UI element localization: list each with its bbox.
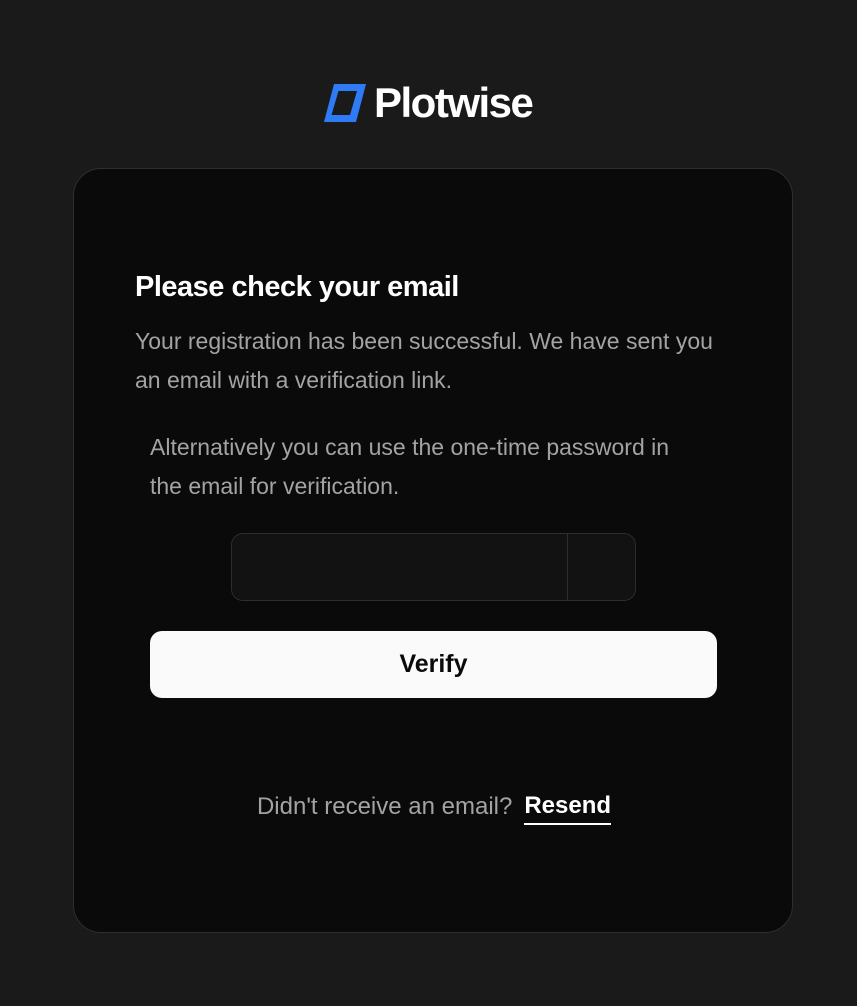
otp-instruction: Alternatively you can use the one-time p…	[150, 434, 670, 499]
otp-digit-1[interactable]	[232, 534, 568, 600]
verification-page: Plotwise Please check your email Your re…	[0, 0, 857, 1006]
resend-link[interactable]: Resend	[524, 789, 612, 825]
verify-button[interactable]: Verify	[150, 631, 717, 698]
otp-input-group	[231, 533, 636, 601]
verification-card: Please check your email Your registratio…	[73, 168, 793, 933]
otp-digit-2[interactable]	[568, 534, 635, 600]
resend-row: Didn't receive an email? Resend	[74, 789, 794, 825]
registration-success-message: Your registration has been successful. W…	[135, 328, 713, 393]
brand-logo: Plotwise	[322, 79, 534, 126]
resend-prompt: Didn't receive an email?	[256, 793, 513, 820]
page-title: Please check your email	[135, 271, 459, 303]
brand-name: Plotwise	[374, 79, 534, 126]
plotwise-logo-icon	[324, 84, 366, 122]
